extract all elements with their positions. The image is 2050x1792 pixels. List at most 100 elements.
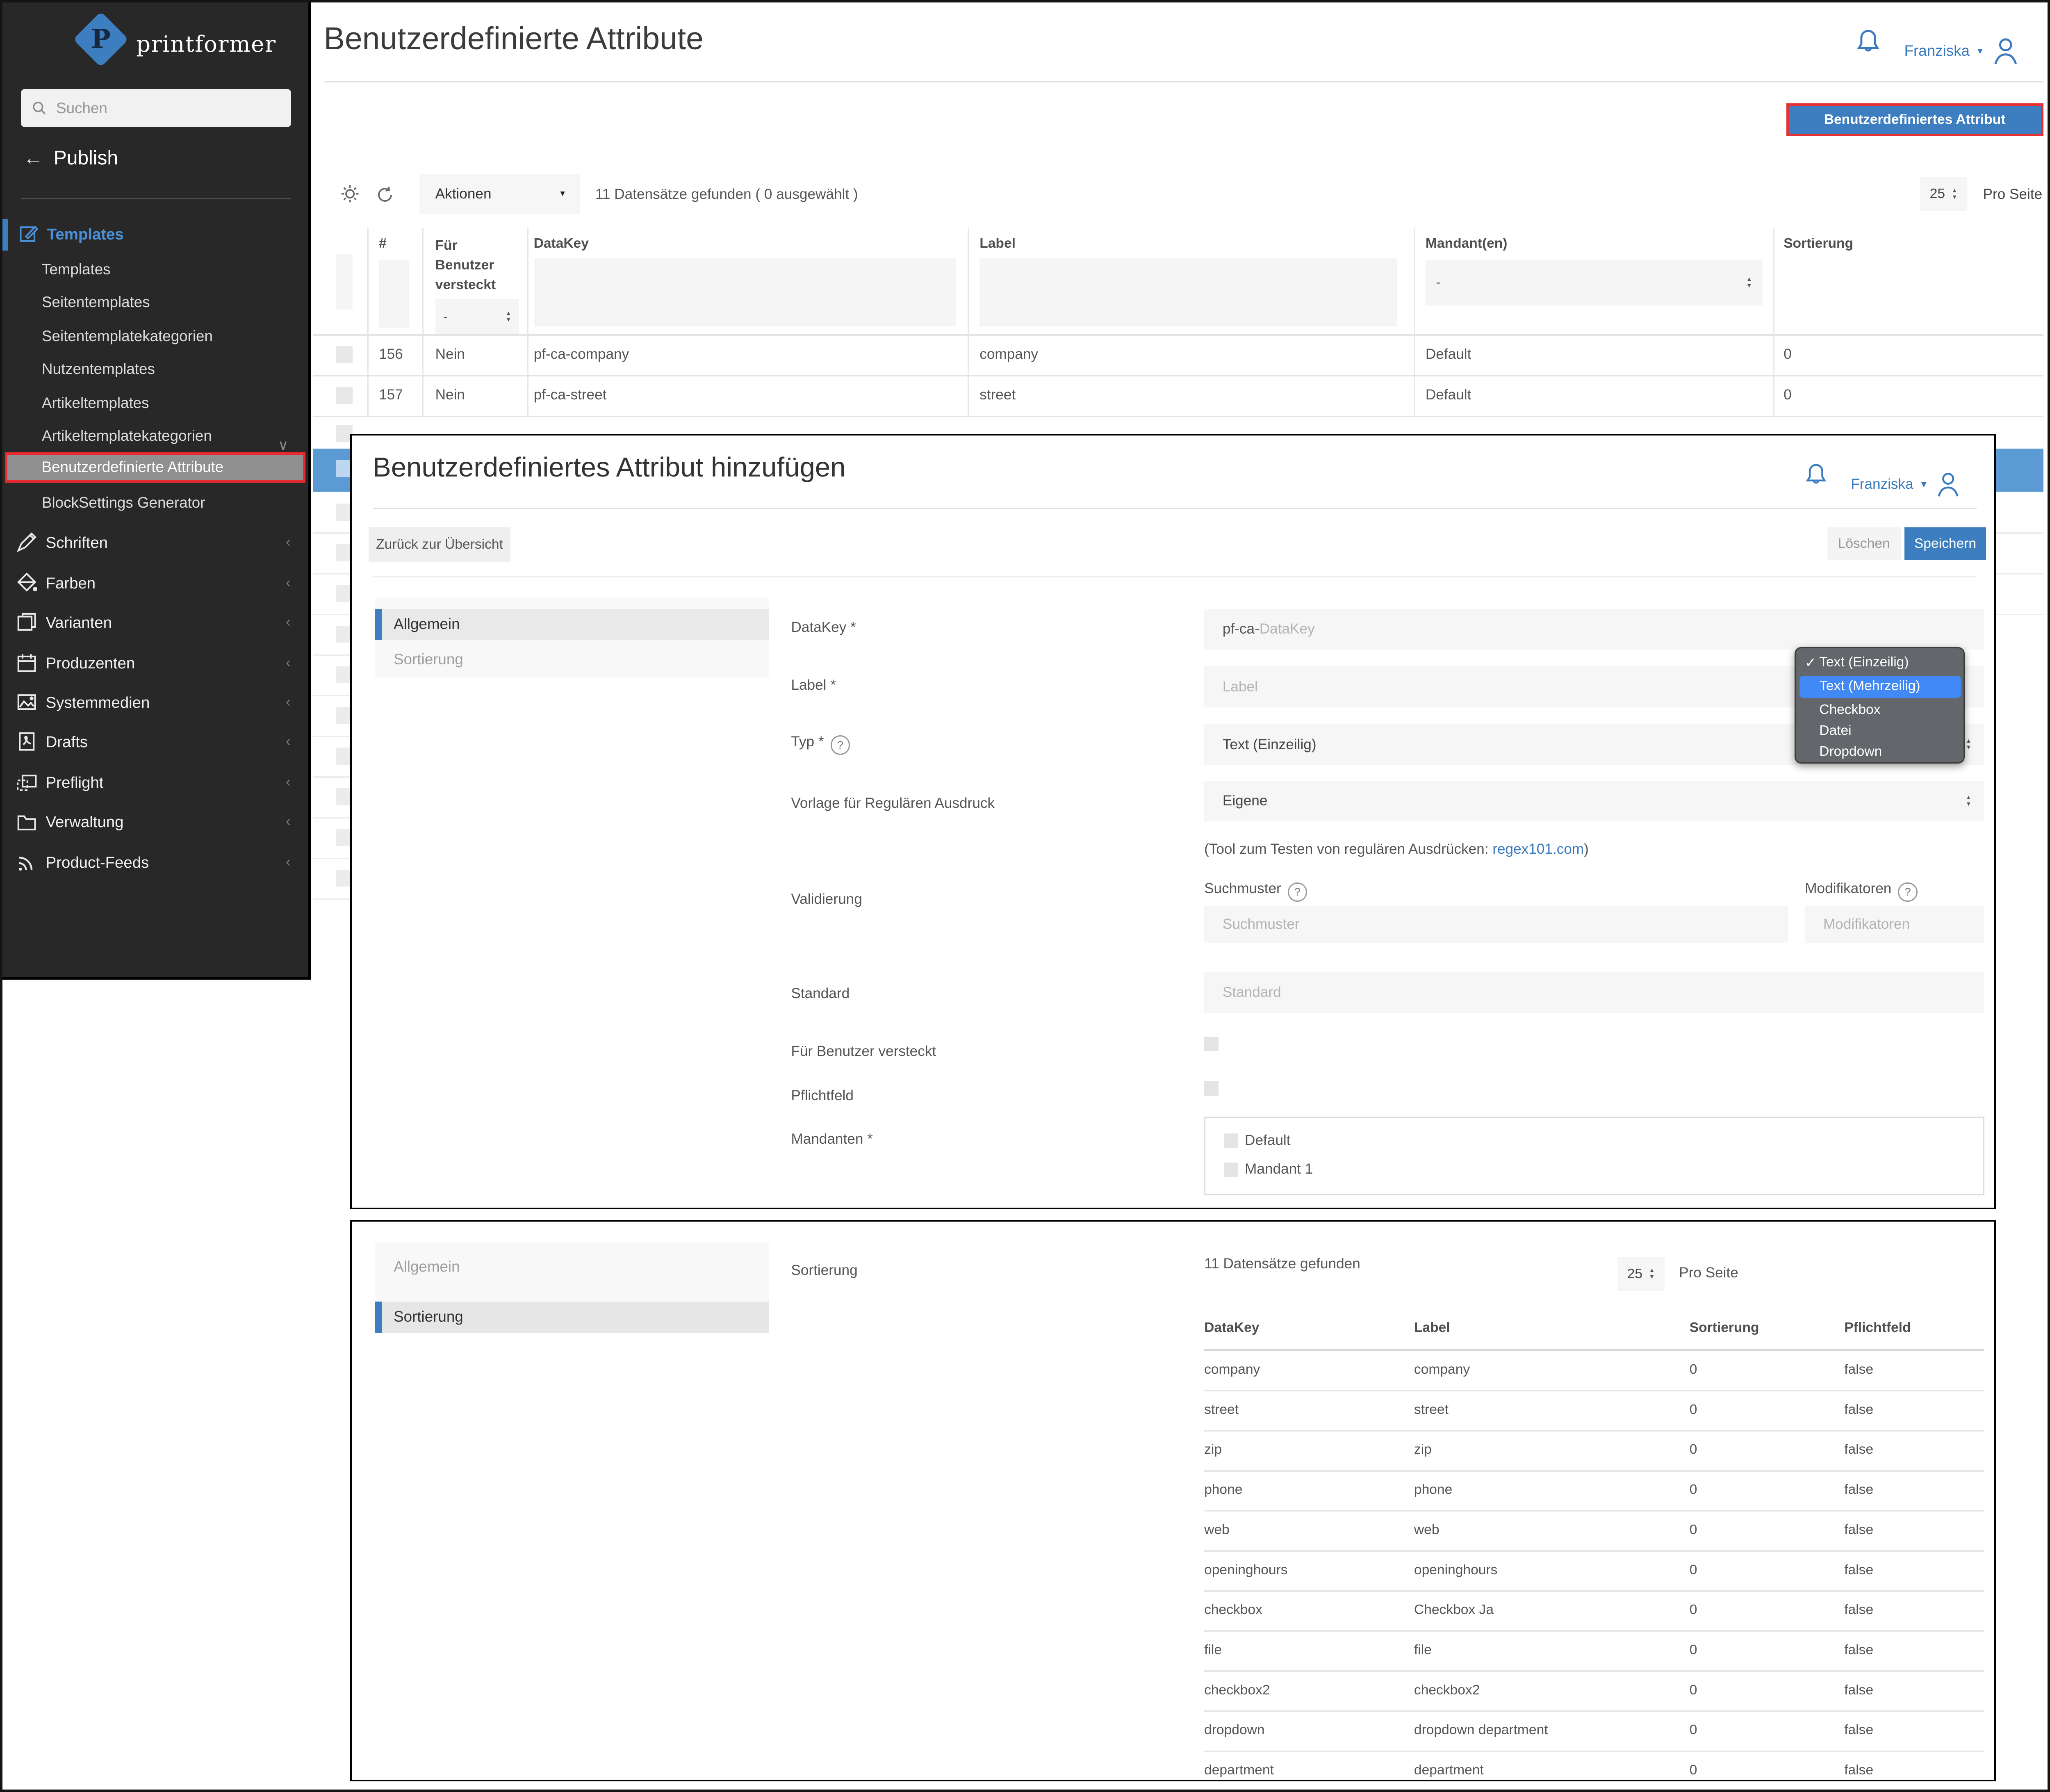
gear-icon[interactable] — [339, 183, 360, 204]
col-header-datakey[interactable]: DataKey — [534, 236, 589, 251]
row-divider — [313, 857, 350, 859]
sidebar-item-systemmedien[interactable]: Systemmedien ‹ — [2, 683, 311, 723]
sort-table-cell: phone — [1414, 1482, 1453, 1498]
row-divider — [313, 695, 350, 697]
datakey-field[interactable]: pf-ca- DataKey — [1204, 609, 1985, 650]
tab-allgemein[interactable]: Allgemein — [394, 1258, 460, 1275]
sort-table-cell: 0 — [1689, 1722, 1697, 1738]
sidebar-item-artikeltemplates[interactable]: Artikeltemplates — [2, 387, 311, 420]
dropdown-option-text-einzeilig[interactable]: Text (Einzeilig) — [1819, 654, 1909, 670]
col-header-hidden[interactable]: Für Benutzer versteckt — [435, 236, 519, 295]
sidebar-item-verwaltung[interactable]: Verwaltung ‹ — [2, 803, 311, 842]
per-page-label: Pro Seite — [1679, 1265, 1738, 1281]
sidebar-item-product-feeds[interactable]: Product-Feeds ‹ — [2, 844, 311, 883]
dropdown-option-checkbox[interactable]: Checkbox — [1819, 702, 1880, 718]
filter-label-input[interactable] — [979, 258, 1397, 327]
row-checkbox[interactable] — [335, 346, 353, 363]
typ-value: Text (Einzeilig) — [1222, 736, 1317, 752]
sidebar-item-schriften[interactable]: Schriften ‹ — [2, 523, 311, 563]
dropdown-option-datei[interactable]: Datei — [1819, 723, 1851, 739]
hidden-checkbox[interactable] — [1204, 1036, 1219, 1051]
dropdown-option-dropdown[interactable]: Dropdown — [1819, 744, 1882, 759]
person-icon — [1934, 470, 1962, 499]
refresh-icon[interactable] — [375, 185, 395, 205]
user-name: Franziska — [1851, 476, 1913, 492]
dropdown-option-text-mehrzeilig[interactable]: Text (Mehrzeilig) — [1819, 678, 1920, 694]
row-divider — [1996, 613, 2043, 615]
col-header-mandant[interactable]: Mandant(en) — [1426, 236, 1508, 251]
pflichtfeld-checkbox[interactable] — [1204, 1081, 1219, 1096]
tab-allgemein-label[interactable]: Allgemein — [394, 616, 460, 633]
sidebar-item-templates[interactable]: Templates — [2, 253, 311, 286]
row-divider — [313, 532, 350, 534]
mandant-default-checkbox[interactable] — [1223, 1133, 1239, 1148]
section-label: Verwaltung — [46, 813, 124, 831]
help-icon[interactable]: ? — [830, 735, 850, 755]
sidebar-item-seitentemplates[interactable]: Seitentemplates — [2, 286, 311, 319]
cell-mandant: Default — [1425, 346, 1471, 363]
records-info: 11 Datensätze gefunden ( 0 ausgewählt ) — [595, 186, 858, 202]
tab-sortierung-label[interactable]: Sortierung — [394, 1308, 463, 1325]
help-icon[interactable]: ? — [1287, 882, 1307, 902]
col-header-label[interactable]: Label — [979, 236, 1016, 251]
sort-table-row: department department 0 false — [1204, 1752, 1984, 1790]
row-checkbox[interactable] — [335, 387, 353, 404]
sidebar-item-preflight[interactable]: Preflight ‹ — [2, 763, 311, 803]
back-to-overview-button[interactable]: Zurück zur Übersicht — [369, 527, 510, 562]
col-header-num[interactable]: # — [379, 236, 387, 251]
filter-num-input[interactable] — [379, 260, 409, 328]
delete-button[interactable]: Löschen — [1827, 527, 1901, 561]
sidebar-item-varianten[interactable]: Varianten ‹ — [2, 603, 311, 643]
bell-icon[interactable] — [1804, 462, 1829, 489]
table-row[interactable]: 156 Nein pf-ca-company company Default 0 — [313, 334, 2043, 375]
mandant-1-checkbox[interactable] — [1223, 1162, 1239, 1177]
sidebar-item-farben[interactable]: Farben ‹ — [2, 564, 311, 603]
sidebar-item-nutzentemplates[interactable]: Nutzentemplates — [2, 353, 311, 385]
suchmuster-field[interactable]: Suchmuster — [1204, 905, 1788, 944]
sort-table-body: company company 0 false street street 0 false zi… — [1204, 1351, 1985, 1778]
sidebar-item-produzenten[interactable]: Produzenten ‹ — [2, 644, 311, 683]
sidebar-item-benutzerdefinierte-attribute[interactable]: Benutzerdefinierte Attribute — [5, 452, 305, 483]
aktionen-select[interactable]: Aktionen ▼ — [419, 174, 580, 214]
sidebar-search[interactable]: Suchen — [20, 89, 291, 127]
stepper-icon: ▲ ▼ — [1746, 276, 1752, 289]
records-info: 11 Datensätze gefunden — [1204, 1255, 1360, 1272]
sort-table-cell: false — [1844, 1402, 1874, 1417]
sort-table-cell: 0 — [1689, 1682, 1697, 1698]
modifikatoren-field[interactable]: Modifikatoren — [1805, 905, 1985, 944]
user-menu[interactable]: Franziska ▾ — [1904, 35, 2021, 67]
chevron-left-icon: ‹ — [285, 613, 291, 630]
sidebar-item-blocksettings-generator[interactable]: BlockSettings Generator — [2, 486, 311, 519]
modifikatoren-label: Modifikatoren? — [1805, 880, 1918, 902]
sidebar-item-drafts[interactable]: Drafts ‹ — [2, 723, 311, 762]
per-page-select[interactable]: 25 ▲ ▼ — [1617, 1257, 1665, 1291]
mandant-default-label: Default — [1245, 1132, 1291, 1148]
help-icon[interactable]: ? — [1898, 882, 1918, 902]
sidebar-item-seitentemplatekategorien[interactable]: Seitentemplatekategorien — [2, 320, 311, 353]
regex101-link[interactable]: regex101.com — [1492, 841, 1584, 857]
add-attribute-button[interactable]: Benutzerdefiniertes Attribut hinzufügen — [1786, 103, 2043, 155]
standard-placeholder: Standard — [1222, 984, 1281, 1001]
logo-text: printformer — [136, 31, 276, 57]
filter-mandant-select[interactable]: - ▲ ▼ — [1425, 260, 1763, 306]
user-menu[interactable]: Franziska ▾ — [1851, 470, 1962, 499]
filter-datakey-input[interactable] — [533, 258, 956, 327]
tab-sortierung[interactable]: Sortierung — [394, 651, 463, 668]
per-page-select[interactable]: 25 ▲ ▼ — [1920, 177, 1968, 211]
filter-hidden-select[interactable]: - ▲ ▼ — [435, 299, 519, 335]
bell-icon[interactable] — [1854, 27, 1882, 58]
table-row[interactable]: 157 Nein pf-ca-street street Default 0 — [313, 375, 2043, 416]
regex-template-select[interactable]: Eigene ▲ ▼ — [1204, 780, 1985, 821]
standard-field[interactable]: Standard — [1204, 972, 1985, 1013]
col-header-sort[interactable]: Sortierung — [1784, 236, 1853, 251]
sort-table-cell: phone — [1204, 1482, 1243, 1498]
save-button[interactable]: Speichern — [1904, 527, 1986, 561]
sidebar-back-publish[interactable]: ← Publish — [23, 147, 118, 169]
sidebar-item-artikeltemplatekategorien[interactable]: Artikeltemplatekategorien — [2, 420, 311, 452]
chevron-left-icon: ‹ — [285, 813, 291, 829]
sort-table-row: web web 0 false — [1204, 1512, 1985, 1552]
header-divider — [323, 81, 2043, 83]
sidebar-item-templates-section[interactable]: Templates ∨ — [2, 216, 311, 453]
select-all-checkbox[interactable] — [335, 254, 353, 310]
active-tab-bar — [375, 1301, 382, 1333]
